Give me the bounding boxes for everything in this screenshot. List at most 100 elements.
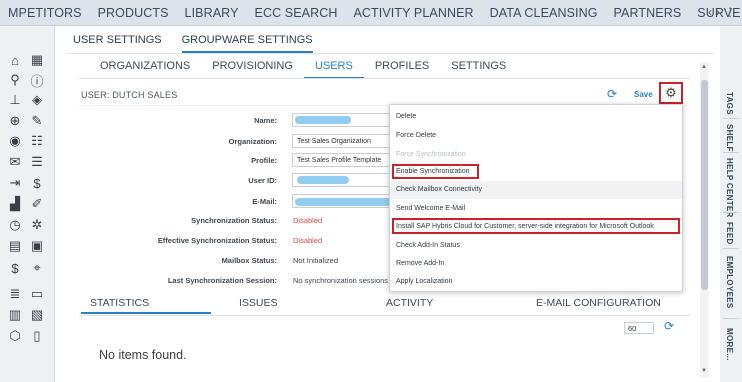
rail-tab-help-center[interactable]: HELP CENTER: [725, 158, 734, 218]
sync-status-value: Disabled: [293, 216, 323, 225]
tab-provisioning[interactable]: PROVISIONING: [201, 60, 304, 79]
calendar-small-icon[interactable]: ▭: [28, 286, 46, 302]
alert-icon[interactable]: ⓘ: [28, 72, 46, 89]
cube-icon[interactable]: ◈: [28, 92, 46, 108]
invoice-icon[interactable]: $: [6, 260, 24, 276]
email-label: E-Mail:: [252, 197, 277, 206]
scroll-down-icon[interactable]: ▼: [701, 368, 707, 374]
vertical-scrollbar[interactable]: ▲ ▼: [700, 62, 709, 378]
task-list-icon[interactable]: ☰: [28, 154, 46, 170]
menu-item-send-welcome-email[interactable]: Send Welcome E-Mail: [396, 205, 465, 212]
highlight-box: [392, 164, 479, 179]
inbox-icon[interactable]: ▣: [28, 238, 46, 254]
book-icon[interactable]: ▥: [6, 307, 24, 323]
highlight-box: [392, 218, 680, 234]
menu-item-check-add-in-status[interactable]: Check Add-In Status: [396, 242, 460, 249]
settings-tab-bar: USER SETTINGS GROUPWARE SETTINGS: [73, 34, 313, 53]
name-label: Name:: [254, 116, 277, 125]
map-pin-icon[interactable]: ⌖: [28, 260, 46, 276]
tab-issues[interactable]: ISSUES: [239, 297, 278, 309]
nav-scroll-controls: ‹ › ⋮: [708, 5, 736, 19]
search-icon[interactable]: ⚲: [6, 72, 24, 88]
section-title: USER: DUTCH SALES: [81, 90, 178, 100]
redacted-value: [297, 176, 349, 184]
nav-item-products[interactable]: PRODUCTS: [90, 6, 177, 20]
edit-document-icon[interactable]: ✎: [28, 113, 46, 129]
profile-field[interactable]: Test Sales Profile Template: [292, 153, 392, 167]
menu-item-force-synchronization: Force Synchronization: [396, 151, 466, 158]
top-navigation-bar: MPETITORS PRODUCTS LIBRARY ECC SEARCH AC…: [0, 0, 742, 26]
box-icon[interactable]: ⬡: [6, 328, 24, 344]
nav-item-ecc-search[interactable]: ECC SEARCH: [247, 6, 346, 20]
org-chart-icon[interactable]: ⊥: [6, 92, 24, 108]
redacted-value: [295, 116, 351, 124]
chevron-right-icon[interactable]: ›: [716, 5, 720, 19]
tab-user-settings[interactable]: USER SETTINGS: [73, 34, 162, 53]
nav-item-partners[interactable]: PARTNERS: [606, 6, 690, 20]
rail-tab-shelf[interactable]: SHELF: [725, 124, 734, 152]
settings-cog-icon[interactable]: ✲: [28, 217, 46, 233]
currency-icon[interactable]: $: [28, 175, 46, 191]
tab-users[interactable]: USERS: [303, 60, 364, 79]
document-edit-icon[interactable]: ✐: [28, 196, 46, 212]
refresh-icon[interactable]: ⟳: [664, 319, 674, 333]
chart-icon[interactable]: ▟: [6, 196, 24, 212]
calendar-icon[interactable]: ▦: [28, 52, 46, 68]
refresh-icon[interactable]: ⟳: [607, 87, 617, 101]
download-icon[interactable]: ⊕: [6, 113, 24, 129]
divider: [79, 315, 690, 316]
menu-item-remove-add-in[interactable]: Remove Add-In: [396, 260, 444, 267]
active-tab-underline: [81, 312, 211, 314]
menu-item-force-delete[interactable]: Force Delete: [396, 132, 436, 139]
tab-settings[interactable]: SETTINGS: [440, 60, 517, 79]
save-button[interactable]: Save: [634, 90, 653, 99]
scroll-up-icon[interactable]: ▲: [701, 64, 707, 70]
organization-field[interactable]: Test Sales Organization: [292, 134, 392, 148]
rail-tab-more[interactable]: MORE...: [725, 328, 734, 361]
tab-profiles[interactable]: PROFILES: [364, 60, 440, 79]
more-vertical-icon[interactable]: ⋮: [724, 5, 736, 19]
menu-item-delete[interactable]: Delete: [396, 113, 416, 120]
mail-icon[interactable]: ✉: [6, 154, 24, 170]
actions-gear-button[interactable]: ⚙: [659, 82, 683, 104]
divider: [79, 78, 690, 79]
report-icon[interactable]: ▤: [6, 238, 24, 254]
clipboard-icon[interactable]: ▧: [28, 307, 46, 323]
effective-sync-status-label: Effective Synchronization Status:: [157, 236, 277, 245]
user-id-label: User ID:: [248, 176, 277, 185]
rail-tab-tags[interactable]: TAGS: [725, 92, 734, 115]
home-icon[interactable]: ⌂: [6, 52, 24, 68]
rail-tab-employees[interactable]: EMPLOYEES: [725, 256, 734, 309]
tab-organizations[interactable]: ORGANIZATIONS: [89, 60, 201, 79]
chevron-left-icon[interactable]: ‹: [708, 5, 712, 19]
redacted-value: [295, 198, 391, 206]
nav-item-activity-planner[interactable]: ACTIVITY PLANNER: [345, 6, 481, 20]
rail-tab-feed[interactable]: FEED: [725, 222, 734, 245]
mailbox-status-label: Mailbox Status:: [221, 256, 277, 265]
menu-item-check-mailbox-connectivity[interactable]: Check Mailbox Connectivity: [390, 181, 682, 199]
profile-label: Profile:: [251, 156, 277, 165]
tab-groupware-settings[interactable]: GROUPWARE SETTINGS: [181, 34, 313, 53]
tab-activity[interactable]: ACTIVITY: [386, 297, 433, 309]
menu-item-apply-localization[interactable]: Apply Localization: [396, 278, 452, 285]
divider: [723, 318, 739, 319]
empty-state-message: No items found.: [99, 348, 187, 362]
nav-item-data-cleansing[interactable]: DATA CLEANSING: [482, 6, 606, 20]
divider: [723, 212, 739, 213]
notes-icon[interactable]: ▯: [28, 328, 46, 344]
tab-statistics[interactable]: STATISTICS: [90, 297, 149, 309]
nav-item-competitors[interactable]: MPETITORS: [0, 6, 90, 20]
contact-list-icon[interactable]: ☷: [28, 133, 46, 149]
right-side-rail: TAGS SHELF HELP CENTER FEED EMPLOYEES MO…: [720, 26, 742, 382]
divider: [723, 152, 739, 153]
page-size-input[interactable]: 60: [624, 322, 654, 334]
tab-email-configuration[interactable]: E-MAIL CONFIGURATION: [536, 297, 661, 309]
divider: [723, 118, 739, 119]
schedule-icon[interactable]: ◷: [6, 217, 24, 233]
nav-item-library[interactable]: LIBRARY: [177, 6, 247, 20]
list-icon[interactable]: ≣: [6, 286, 24, 302]
money-transfer-icon[interactable]: ⇥: [6, 175, 24, 191]
scrollbar-thumb[interactable]: [701, 80, 708, 290]
divider: [723, 248, 739, 249]
contact-icon[interactable]: ◉: [6, 133, 24, 149]
